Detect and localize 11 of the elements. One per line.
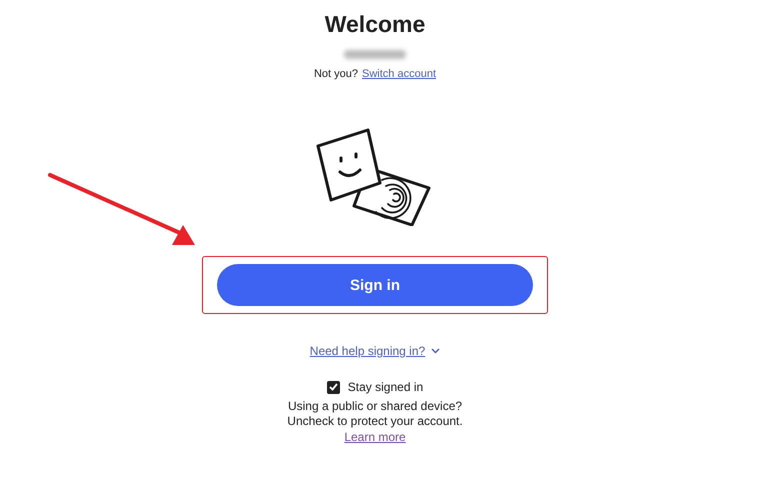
chevron-icon[interactable] (431, 348, 440, 354)
not-you-text: Not you? (314, 68, 358, 80)
need-help-link[interactable]: Need help signing in? (310, 344, 426, 358)
switch-account-link[interactable]: Switch account (362, 68, 436, 80)
learn-more-link[interactable]: Learn more (344, 429, 406, 445)
stay-signed-in-label: Stay signed in (348, 380, 424, 394)
blurred-account-name (344, 50, 406, 59)
sign-in-button[interactable]: Sign in (217, 264, 533, 306)
welcome-heading: Welcome (324, 10, 426, 38)
stay-signed-in-checkbox[interactable] (326, 380, 340, 394)
notice-text: Using a public or shared device? Uncheck to protect your account. (287, 399, 463, 429)
